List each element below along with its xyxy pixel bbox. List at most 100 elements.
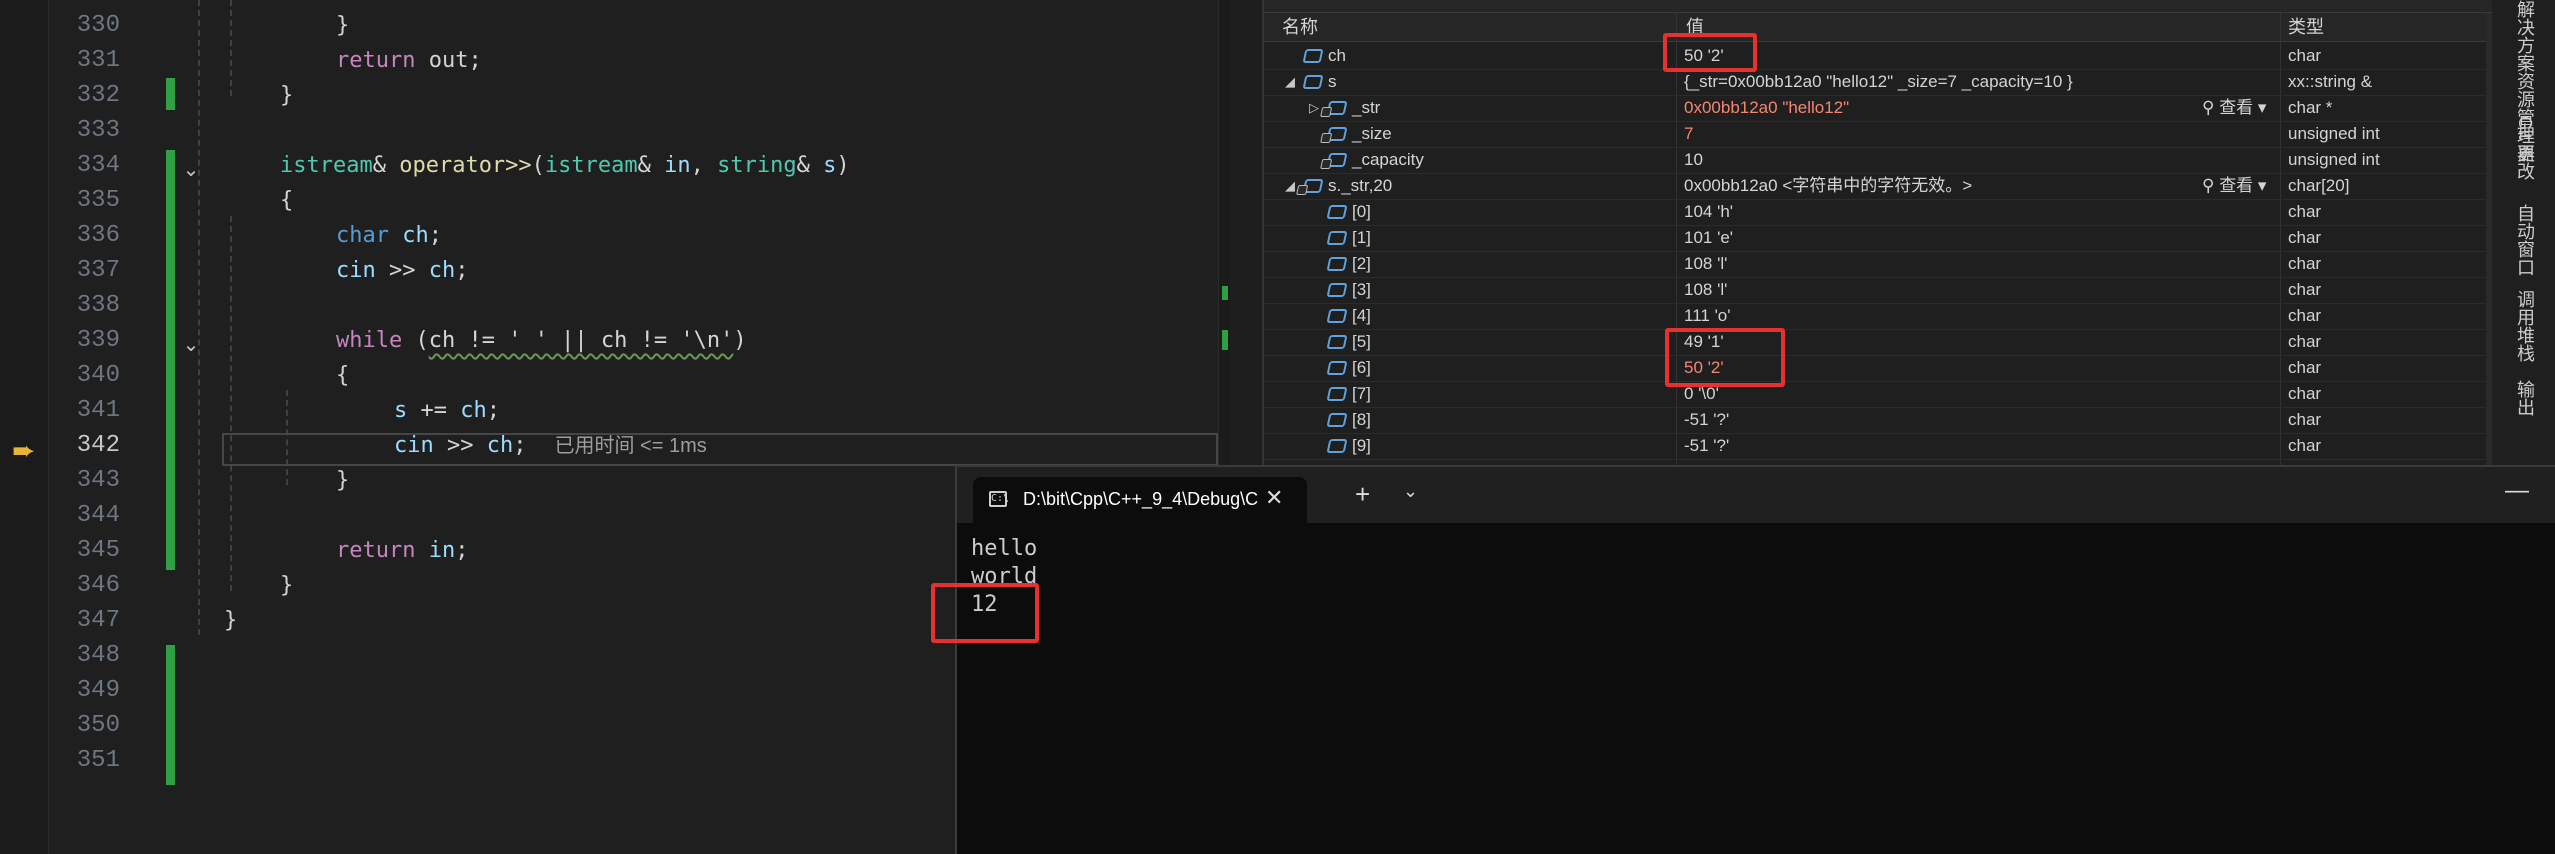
watch-row[interactable]: ch 50 '2' char [1264, 43, 2486, 70]
watch-type: char [2288, 358, 2322, 377]
watch-value[interactable]: 108 'l' [1684, 251, 1727, 277]
watch-value[interactable]: 108 'l' [1684, 277, 1727, 303]
watch-name: _capacity [1352, 150, 1424, 169]
variable-icon [1326, 413, 1348, 427]
watch-value[interactable]: -51 '?' [1684, 407, 1729, 433]
code-line[interactable]: 331 return out; [0, 43, 1228, 78]
watch-value[interactable]: 0x00bb12a0 "hello12" [1684, 95, 1849, 121]
terminal-titlebar: C:\ D:\bit\Cpp\C++_9_4\Debug\C ✕ + ⌄ — [957, 467, 2555, 523]
watch-type: xx::string & [2288, 72, 2373, 91]
code-line[interactable]: 339 while (ch != ' ' || ch != '\n') [0, 323, 1228, 358]
watch-row[interactable]: ◢ s {_str=0x00bb12a0 "hello12" _size=7 _ca… [1264, 69, 2486, 96]
watch-value[interactable]: 7 [1684, 121, 1693, 147]
code-token: in [428, 538, 456, 563]
code-token: s [823, 153, 837, 178]
code-token: >> [433, 433, 487, 458]
watch-row[interactable]: [7] 0 '\0' char [1264, 381, 2486, 408]
code-text: } [224, 603, 237, 638]
view-button-label: 查看 [2219, 176, 2254, 195]
watch-row[interactable]: _size 7 unsigned int [1264, 121, 2486, 148]
side-tab-autos[interactable]: 自动窗口 [2512, 204, 2538, 276]
elapsed-time-hint: 已用时间 <= 1ms [554, 435, 707, 457]
side-tab-output[interactable]: 输出 [2512, 380, 2538, 416]
watch-row[interactable]: [6] 50 '2' char [1264, 355, 2486, 382]
watch-value[interactable]: -51 '?' [1684, 433, 1729, 459]
watch-row[interactable]: _capacity 10 unsigned int [1264, 147, 2486, 174]
minimize-icon[interactable]: — [2505, 477, 2529, 505]
code-token: ; [486, 398, 500, 423]
variable-icon [1326, 361, 1348, 375]
code-token: istream [544, 153, 638, 178]
code-line[interactable]: 341 s += ch; [0, 393, 1228, 428]
view-button[interactable]: ⚲ 查看 ▾ [2202, 95, 2266, 121]
watch-row[interactable]: ▷ _str 0x00bb12a0 "hello12" ⚲ 查看 ▾ char * [1264, 95, 2486, 122]
line-number: 338 [76, 292, 120, 319]
watch-name: [5] [1352, 332, 1371, 351]
watch-panel[interactable]: 名称 值 类型 ch 50 '2' char ◢ s {_str=0x00bb12a0 "… [1262, 0, 2494, 465]
code-line[interactable]: 338 [0, 288, 1228, 323]
column-type-header[interactable]: 类型 [2288, 13, 2324, 41]
watch-row[interactable]: [2] 108 'l' char [1264, 251, 2486, 278]
column-name-header[interactable]: 名称 [1282, 13, 1318, 41]
code-token: operator>> [399, 153, 532, 178]
code-token: char [336, 223, 389, 248]
watch-row[interactable]: [5] 49 '1' char [1264, 329, 2486, 356]
code-line[interactable]: 340 { [0, 358, 1228, 393]
code-token: s [394, 398, 408, 423]
code-line[interactable]: 332} [0, 78, 1228, 113]
watch-row[interactable]: ◢ s._str,20 0x00bb12a0 <字符串中的字符无效。> ⚲ 查看 ▾ c… [1264, 173, 2486, 200]
new-tab-icon[interactable]: + [1355, 479, 1370, 510]
terminal-tab[interactable]: C:\ D:\bit\Cpp\C++_9_4\Debug\C ✕ [973, 477, 1307, 523]
code-line[interactable]: 336 char ch; [0, 218, 1228, 253]
watch-row[interactable]: [8] -51 '?' char [1264, 407, 2486, 434]
code-line[interactable]: 335 { [0, 183, 1228, 218]
code-line[interactable]: 334 istream& operator>>(istream& in, stri… [0, 148, 1228, 183]
line-number: 330 [76, 12, 120, 39]
watch-value[interactable]: 10 [1684, 147, 1703, 173]
watch-value[interactable]: 104 'h' [1684, 199, 1733, 225]
chevron-down-icon[interactable]: ⌄ [1403, 481, 1418, 502]
code-token: & [372, 153, 400, 178]
terminal-tab-title: D:\bit\Cpp\C++_9_4\Debug\C [1023, 489, 1259, 509]
watch-row[interactable]: [0] 104 'h' char [1264, 199, 2486, 226]
terminal-window[interactable]: C:\ D:\bit\Cpp\C++_9_4\Debug\C ✕ + ⌄ — h… [955, 465, 2555, 854]
line-number: 348 [76, 642, 120, 669]
code-token: in [664, 153, 691, 178]
close-tab-icon[interactable]: ✕ [1265, 485, 1283, 511]
watch-name: [3] [1352, 280, 1371, 299]
view-button[interactable]: ⚲ 查看 ▾ [2202, 173, 2266, 199]
code-token: { [336, 363, 350, 388]
watch-row[interactable]: [1] 101 'e' char [1264, 225, 2486, 252]
side-tab-call-stack[interactable]: 调用堆栈 [2512, 290, 2538, 362]
expand-toggle-icon[interactable]: ◢ [1282, 69, 1298, 95]
expand-toggle-icon[interactable]: ▷ [1306, 95, 1322, 121]
watch-value[interactable]: {_str=0x00bb12a0 "hello12" _size=7 _capa… [1684, 69, 2073, 95]
code-token: cin [394, 433, 434, 458]
line-number: 345 [76, 537, 120, 564]
variable-icon [1326, 309, 1348, 323]
line-number: 341 [76, 397, 120, 424]
code-line[interactable]: 333 [0, 113, 1228, 148]
code-token: ( [402, 328, 429, 353]
watch-value[interactable]: 101 'e' [1684, 225, 1733, 251]
code-line[interactable]: 337 cin >> ch; [0, 253, 1228, 288]
code-text: cin >> ch; 已用时间 <= 1ms [394, 428, 707, 464]
watch-row[interactable]: [9] -51 '?' char [1264, 433, 2486, 460]
code-line[interactable]: 330} [0, 8, 1228, 43]
code-line[interactable]: 342 cin >> ch; 已用时间 <= 1ms [0, 428, 1228, 463]
watch-name: [2] [1352, 254, 1371, 273]
expand-toggle-icon[interactable]: ◢ [1282, 173, 1298, 199]
watch-name: s._str,20 [1328, 176, 1393, 195]
watch-row[interactable]: [3] 108 'l' char [1264, 277, 2486, 304]
variable-icon [1302, 179, 1324, 193]
variable-icon [1326, 127, 1348, 141]
watch-type: char [2288, 46, 2322, 65]
watch-value[interactable]: 0x00bb12a0 <字符串中的字符无效。> [1684, 173, 1972, 199]
watch-type: unsigned int [2288, 150, 2380, 169]
line-number: 350 [76, 712, 120, 739]
code-text: { [280, 183, 293, 218]
side-tab-git-changes[interactable]: Git 更改 [2512, 116, 2538, 180]
watch-value[interactable]: 111 'o' [1684, 303, 1731, 329]
watch-row[interactable]: [4] 111 'o' char [1264, 303, 2486, 330]
watch-name: _str [1352, 98, 1381, 117]
